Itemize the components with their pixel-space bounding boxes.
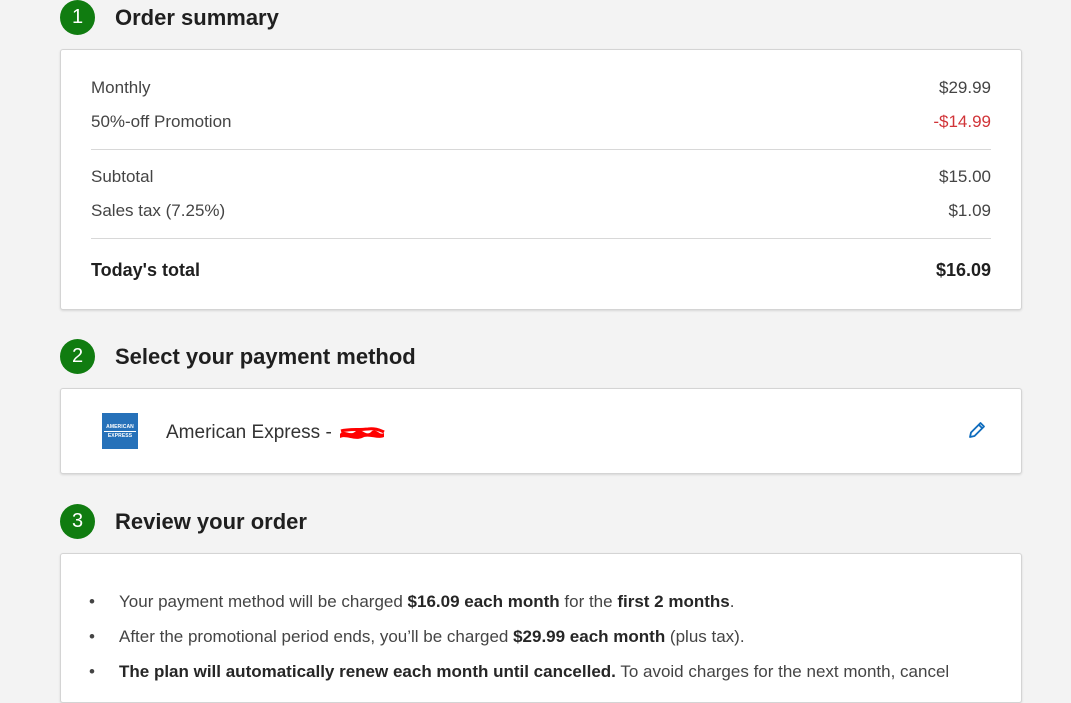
line-item-subtotal: Subtotal $15.00 xyxy=(91,167,991,187)
list-item: • After the promotional period ends, you’… xyxy=(89,627,745,646)
step-order-summary-header: 1 Order summary xyxy=(60,0,279,35)
line-item-label: Monthly xyxy=(91,78,151,97)
step-title: Select your payment method xyxy=(115,343,416,369)
divider xyxy=(91,149,991,150)
step-title: Review your order xyxy=(115,508,307,534)
step-number-badge: 3 xyxy=(60,504,95,539)
line-item-promotion: 50%-off Promotion -$14.99 xyxy=(91,112,991,132)
line-item-value: $1.09 xyxy=(948,201,991,220)
line-item-monthly: Monthly $29.99 xyxy=(91,78,991,98)
redaction-mark xyxy=(338,425,386,441)
step-title: Order summary xyxy=(115,4,279,30)
step-review-order-header: 3 Review your order xyxy=(60,504,307,539)
review-terms-list: • Your payment method will be charged $16… xyxy=(89,590,991,695)
payment-method-label: American Express - xyxy=(166,422,386,444)
review-order-card: • Your payment method will be charged $16… xyxy=(60,553,1022,703)
step-number-badge: 2 xyxy=(60,339,95,374)
line-item-value: $29.99 xyxy=(939,78,991,97)
line-item-label: Sales tax (7.25%) xyxy=(91,201,226,220)
logo-text: EXPRESS xyxy=(107,432,133,439)
card-name: American Express - xyxy=(166,422,332,443)
line-item-label: 50%-off Promotion xyxy=(91,112,232,131)
list-item: • The plan will automatically renew each … xyxy=(89,662,950,681)
total-label: Today's total xyxy=(91,260,200,280)
pencil-icon[interactable] xyxy=(967,420,987,440)
line-item-value: -$14.99 xyxy=(933,112,991,131)
line-item-value: $15.00 xyxy=(939,167,991,186)
total-value: $16.09 xyxy=(935,260,991,280)
step-number-badge: 1 xyxy=(60,0,95,35)
line-item-sales-tax: Sales tax (7.25%) $1.09 xyxy=(91,201,991,221)
list-item: • Your payment method will be charged $16… xyxy=(89,592,735,611)
line-item-label: Subtotal xyxy=(91,167,154,186)
step-payment-method-header: 2 Select your payment method xyxy=(60,339,416,374)
payment-method-card[interactable]: AMERICAN EXPRESS American Express - xyxy=(60,388,1022,474)
order-summary-card: Monthly $29.99 50%-off Promotion -$14.99… xyxy=(60,49,1022,310)
logo-text: AMERICAN xyxy=(106,423,134,430)
todays-total-row: Today's total $16.09 xyxy=(91,260,991,281)
divider xyxy=(91,238,991,239)
amex-card-logo: AMERICAN EXPRESS xyxy=(102,413,138,449)
